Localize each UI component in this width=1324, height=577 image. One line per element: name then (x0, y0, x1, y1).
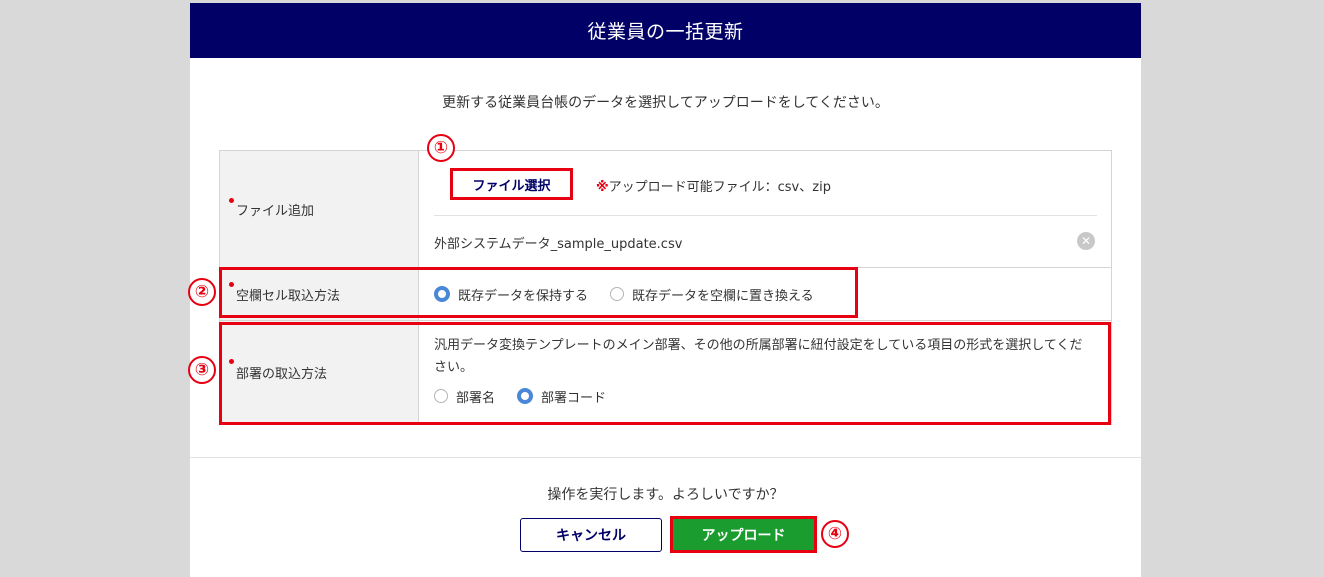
note-mark: ※ (596, 180, 609, 195)
radio-unchecked-icon (610, 287, 625, 301)
dept-radio-group: 部署名 部署コード (434, 385, 628, 407)
file-select-area: ファイル選択 ※アップロード可能ファイル：csv、zip (434, 151, 1097, 216)
radio-dept-name[interactable]: 部署名 (434, 387, 495, 406)
file-select-button[interactable]: ファイル選択 (450, 168, 573, 200)
radio-replace-blank[interactable]: 既存データを空欄に置き換える (610, 285, 814, 304)
dept-description: 汎用データ変換テンプレートのメイン部署、その他の所属部署に紐付設定をしている項目… (434, 338, 1083, 375)
file-row: ファイル追加 ファイル選択 ※アップロード可能ファイル：csv、zip 外部シス… (220, 151, 1111, 267)
bulk-update-dialog: 従業員の一括更新 更新する従業員台帳のデータを選択してアップロードをしてください… (190, 3, 1141, 577)
file-row-label-cell: ファイル追加 (220, 151, 419, 267)
required-dot (229, 282, 234, 287)
dept-label: 部署の取込方法 (236, 367, 328, 382)
dept-row: 部署の取込方法 汎用データ変換テンプレートのメイン部署、その他の所属部署に紐付設… (220, 320, 1111, 424)
annotation-4: ④ (821, 520, 849, 548)
annotation-3: ③ (188, 356, 216, 384)
dept-value: 汎用データ変換テンプレートのメイン部署、その他の所属部署に紐付設定をしている項目… (419, 321, 1111, 424)
radio-label: 既存データを保持する (458, 288, 589, 304)
required-dot (229, 359, 234, 364)
footer-divider (190, 457, 1141, 458)
dialog-title: 従業員の一括更新 (190, 3, 1141, 58)
file-row-label: ファイル追加 (236, 203, 315, 219)
upload-button[interactable]: アップロード (670, 516, 817, 553)
radio-checked-icon (517, 388, 534, 404)
radio-checked-icon (434, 286, 450, 302)
dept-label-cell: 部署の取込方法 (220, 321, 419, 424)
blank-cell-row: 空欄セル取込方法 既存データを保持する 既存データを空欄に置き換える (220, 267, 1111, 320)
radio-dept-code[interactable]: 部署コード (517, 387, 606, 406)
form-table: ファイル追加 ファイル選択 ※アップロード可能ファイル：csv、zip 外部シス… (219, 150, 1112, 425)
radio-unchecked-icon (434, 389, 448, 403)
note-text: アップロード可能ファイル：csv、zip (608, 180, 831, 195)
file-note: ※アップロード可能ファイル：csv、zip (596, 176, 831, 195)
required-dot (229, 198, 234, 203)
close-circle-icon[interactable]: ✕ (1077, 232, 1095, 250)
radio-label: 既存データを空欄に置き換える (632, 288, 814, 304)
blank-cell-label: 空欄セル取込方法 (236, 288, 341, 304)
annotation-1: ① (427, 134, 455, 162)
instruction-text: 更新する従業員台帳のデータを選択してアップロードをしてください。 (442, 95, 889, 111)
confirm-text: 操作を実行します。よろしいですか？ (547, 487, 784, 503)
annotation-2: ② (188, 278, 216, 306)
cancel-button[interactable]: キャンセル (520, 518, 662, 552)
blank-cell-radio-group: 既存データを保持する 既存データを空欄に置き換える (434, 268, 1097, 320)
radio-keep-existing[interactable]: 既存データを保持する (434, 285, 588, 304)
blank-cell-label-cell: 空欄セル取込方法 (220, 268, 419, 320)
blank-cell-value: 既存データを保持する 既存データを空欄に置き換える (419, 268, 1111, 320)
radio-label: 部署コード (541, 390, 607, 406)
radio-label: 部署名 (456, 390, 496, 406)
file-row-value: ファイル選択 ※アップロード可能ファイル：csv、zip 外部システムデータ_s… (419, 151, 1111, 267)
selected-file-name: 外部システムデータ_sample_update.csv (434, 237, 683, 252)
